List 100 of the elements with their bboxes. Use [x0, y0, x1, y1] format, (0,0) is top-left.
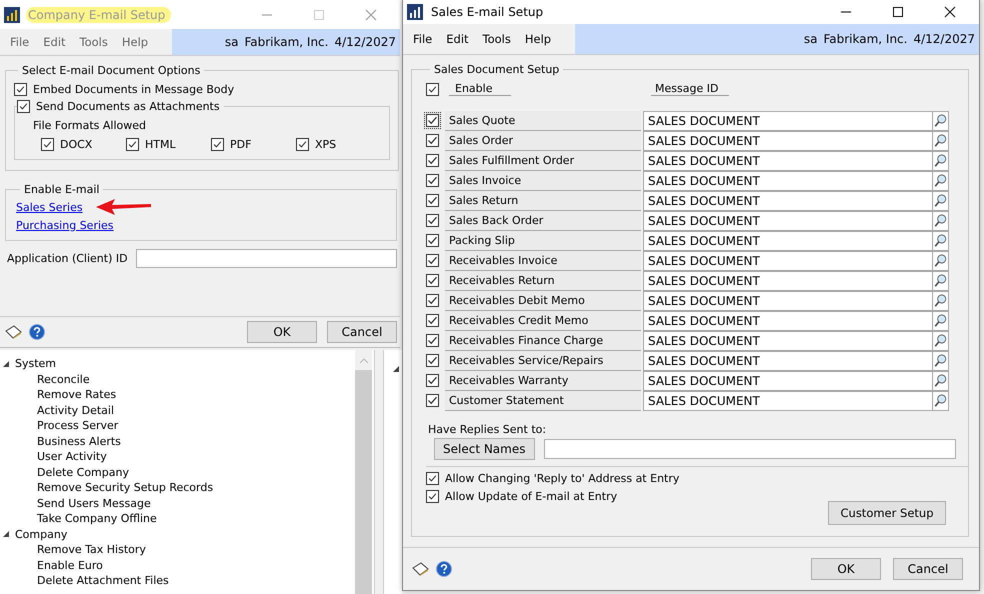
dialog-button[interactable]: Cancel	[893, 558, 963, 580]
tree-item[interactable]: Remove Rates	[0, 387, 355, 402]
message-id-field[interactable]: SALES DOCUMENT	[643, 111, 932, 131]
note-icon[interactable]	[4, 324, 22, 340]
message-id-field[interactable]: SALES DOCUMENT	[643, 151, 932, 171]
lookup-icon[interactable]	[932, 171, 949, 191]
menu-item[interactable]: Tools	[80, 35, 108, 49]
message-id-field[interactable]: SALES DOCUMENT	[643, 131, 932, 151]
checkbox[interactable]	[424, 132, 441, 149]
series-link[interactable]: Sales Series	[16, 200, 83, 214]
document-type-cell: Sales Order	[445, 131, 641, 151]
lookup-icon[interactable]	[932, 151, 949, 171]
tree-item[interactable]: System	[15, 357, 56, 370]
tree-item[interactable]: Delete Company	[0, 464, 355, 480]
checkbox[interactable]	[424, 312, 441, 329]
message-id-field[interactable]: SALES DOCUMENT	[643, 251, 932, 271]
note-icon[interactable]	[411, 561, 429, 577]
message-id-field[interactable]: SALES DOCUMENT	[643, 351, 932, 371]
checkbox[interactable]	[426, 82, 439, 96]
checkbox[interactable]	[424, 152, 441, 169]
series-link[interactable]: Purchasing Series	[16, 218, 114, 232]
help-icon[interactable]	[435, 561, 453, 577]
dialog-button[interactable]: Cancel	[327, 321, 397, 343]
client-id-field[interactable]	[136, 249, 397, 268]
tree-item[interactable]: Take Company Offline	[0, 511, 355, 526]
checkbox[interactable]	[424, 292, 441, 309]
lookup-icon[interactable]	[932, 311, 949, 331]
checkbox[interactable]	[426, 472, 439, 485]
lookup-icon[interactable]	[932, 391, 949, 411]
lookup-icon[interactable]	[932, 191, 949, 211]
select-names-button[interactable]: Select Names	[434, 438, 534, 460]
checkbox[interactable]	[424, 352, 441, 369]
checkbox[interactable]	[424, 172, 441, 189]
message-id-field[interactable]: SALES DOCUMENT	[643, 331, 932, 351]
tree-item[interactable]: Business Alerts	[0, 434, 355, 449]
tree-item[interactable]: Reconcile	[0, 372, 355, 387]
reply-to-field[interactable]	[544, 439, 956, 459]
help-icon[interactable]	[28, 324, 46, 340]
tree-item[interactable]: Activity Detail	[0, 402, 355, 418]
checkbox[interactable]	[296, 138, 309, 151]
close-icon[interactable]	[944, 6, 956, 18]
company-name: Fabrikam, Inc.	[244, 35, 328, 49]
tree-item[interactable]: Process Server	[0, 418, 355, 434]
option-label: Send Documents as Attachments	[36, 100, 220, 113]
message-id-field[interactable]: SALES DOCUMENT	[643, 191, 932, 211]
menu-item[interactable]: File	[10, 35, 30, 49]
checkbox[interactable]	[17, 100, 30, 113]
lookup-icon[interactable]	[932, 271, 949, 291]
dialog-button[interactable]: OK	[811, 558, 881, 580]
lookup-icon[interactable]	[932, 111, 949, 131]
customer-setup-button[interactable]: Customer Setup	[828, 501, 946, 525]
message-id-field[interactable]: SALES DOCUMENT	[643, 311, 932, 331]
document-type-cell: Sales Quote	[445, 111, 641, 131]
checkbox[interactable]	[424, 272, 441, 289]
message-id-field[interactable]: SALES DOCUMENT	[643, 291, 932, 311]
tree-item[interactable]: Company	[15, 528, 68, 541]
lookup-icon[interactable]	[932, 251, 949, 271]
lookup-icon[interactable]	[932, 131, 949, 151]
expand-icon[interactable]	[393, 366, 399, 372]
checkbox[interactable]	[424, 392, 441, 409]
lookup-icon[interactable]	[932, 351, 949, 371]
message-id-field[interactable]: SALES DOCUMENT	[643, 371, 932, 391]
checkbox[interactable]	[424, 212, 441, 229]
checkbox[interactable]	[14, 83, 27, 96]
checkbox[interactable]	[424, 252, 441, 269]
checkbox[interactable]	[424, 372, 441, 389]
lookup-icon[interactable]	[932, 331, 949, 351]
tree-item[interactable]: Send Users Message	[0, 496, 355, 511]
menu-item[interactable]: Help	[524, 32, 552, 46]
checkbox[interactable]	[424, 332, 441, 349]
menu-item[interactable]: Help	[122, 35, 148, 49]
lookup-icon[interactable]	[932, 291, 949, 311]
message-id-field[interactable]: SALES DOCUMENT	[643, 171, 932, 191]
lookup-icon[interactable]	[932, 371, 949, 391]
tree-item[interactable]: Remove Tax History	[0, 542, 355, 558]
message-id-field[interactable]: SALES DOCUMENT	[643, 211, 932, 231]
maximize-icon[interactable]	[892, 6, 904, 18]
message-id-field[interactable]: SALES DOCUMENT	[643, 231, 932, 251]
message-id-field[interactable]: SALES DOCUMENT	[643, 271, 932, 291]
tree-item[interactable]: Delete Attachment Files	[0, 573, 355, 588]
message-id-field[interactable]: SALES DOCUMENT	[643, 391, 932, 411]
checkbox[interactable]	[211, 138, 224, 151]
checkbox[interactable]	[41, 138, 54, 151]
menu-item[interactable]: Tools	[482, 32, 511, 46]
dialog-button[interactable]: OK	[247, 321, 317, 343]
tree-item[interactable]: Remove Security Setup Records	[0, 480, 355, 496]
lookup-icon[interactable]	[932, 231, 949, 251]
menu-item[interactable]: Edit	[446, 32, 469, 46]
checkbox[interactable]	[126, 138, 139, 151]
checkbox[interactable]	[424, 112, 441, 129]
lookup-icon[interactable]	[932, 211, 949, 231]
checkbox[interactable]	[424, 232, 441, 249]
tree-item[interactable]: Enable Euro	[0, 558, 355, 573]
checkbox[interactable]	[424, 192, 441, 209]
checkbox[interactable]	[426, 490, 439, 503]
tree-item[interactable]: User Activity	[0, 449, 355, 464]
menu-item[interactable]: File	[413, 32, 432, 46]
expand-icon[interactable]	[3, 360, 9, 367]
expand-icon[interactable]	[3, 531, 9, 538]
menu-item[interactable]: Edit	[43, 35, 66, 49]
